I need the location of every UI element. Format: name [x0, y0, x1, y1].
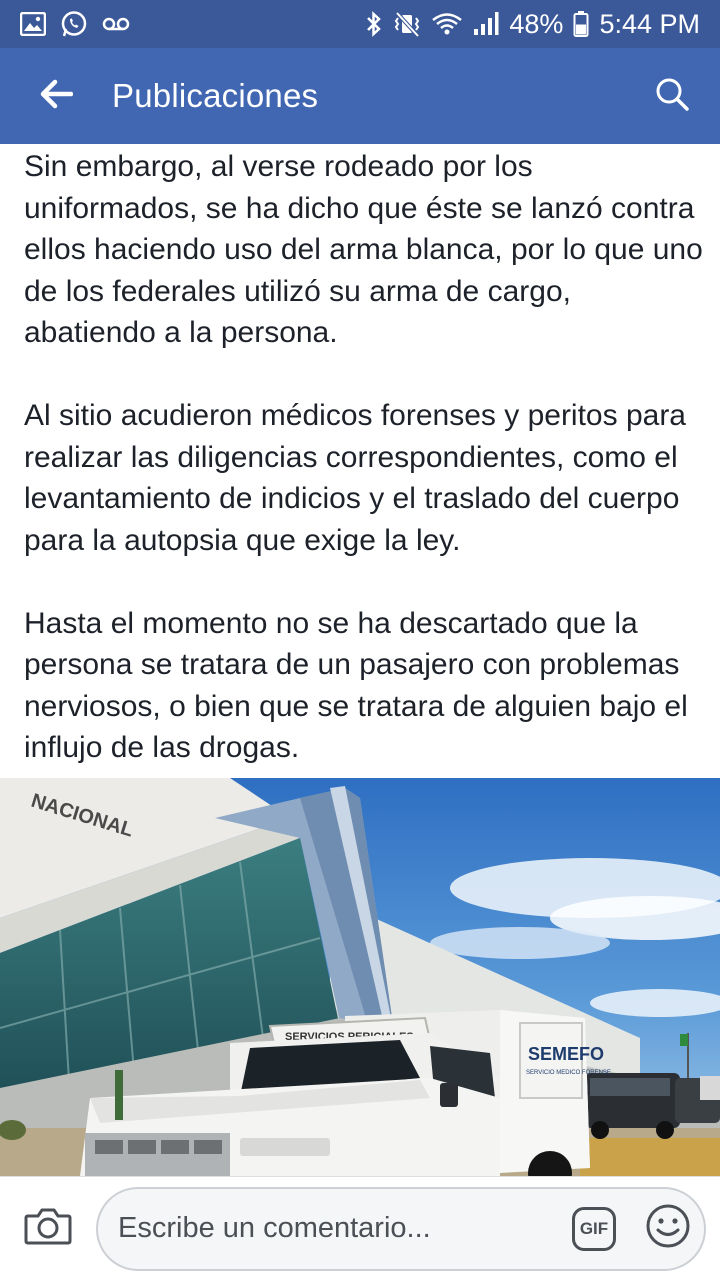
- clock: 5:44 PM: [599, 8, 700, 39]
- truck-label: SEMEFO: [528, 1044, 604, 1064]
- bluetooth-icon: [365, 10, 383, 38]
- search-button[interactable]: [624, 48, 720, 144]
- camera-icon: [24, 1206, 72, 1251]
- status-bar: 48% 5:44 PM: [0, 0, 720, 48]
- search-icon: [655, 77, 689, 116]
- camera-button[interactable]: [0, 1177, 96, 1280]
- post-paragraph: Sin embargo, al verse rodeado por los un…: [24, 150, 703, 349]
- arrow-left-icon: [39, 79, 74, 114]
- gallery-icon: [20, 12, 46, 36]
- post-body: Sin embargo, al verse rodeado por los un…: [24, 146, 704, 810]
- vibrate-mute-icon: [393, 10, 421, 38]
- status-notifications: [20, 10, 130, 38]
- app-bar: Publicaciones: [0, 48, 720, 144]
- comment-bar: Escribe un comentario... GIF: [0, 1176, 720, 1280]
- signal-icon: [473, 11, 499, 37]
- whatsapp-icon: [60, 10, 88, 38]
- status-system: 48% 5:44 PM: [365, 10, 700, 38]
- post-paragraph: Al sitio acudieron médicos forenses y pe…: [24, 399, 686, 557]
- gif-icon: GIF: [572, 1206, 616, 1251]
- emoji-icon: [645, 1203, 691, 1254]
- page-title: Publicaciones: [112, 77, 319, 114]
- wifi-icon: [431, 11, 463, 37]
- battery-icon: [573, 10, 589, 38]
- back-button[interactable]: [0, 48, 112, 144]
- post-photo[interactable]: NACIONAL SEMEFO SERVICIO MEDICO FORENSE …: [0, 778, 720, 1176]
- post-paragraph: Hasta el momento no se ha descartado que…: [24, 606, 688, 765]
- comment-input[interactable]: Escribe un comentario... GIF: [96, 1186, 706, 1271]
- voicemail-icon: [102, 16, 130, 32]
- truck-sublabel: SERVICIO MEDICO FORENSE: [526, 1070, 611, 1076]
- gif-button[interactable]: GIF: [570, 1205, 618, 1253]
- emoji-button[interactable]: [644, 1203, 692, 1254]
- comment-placeholder: Escribe un comentario...: [118, 1212, 431, 1244]
- battery-percent: 48%: [509, 8, 564, 39]
